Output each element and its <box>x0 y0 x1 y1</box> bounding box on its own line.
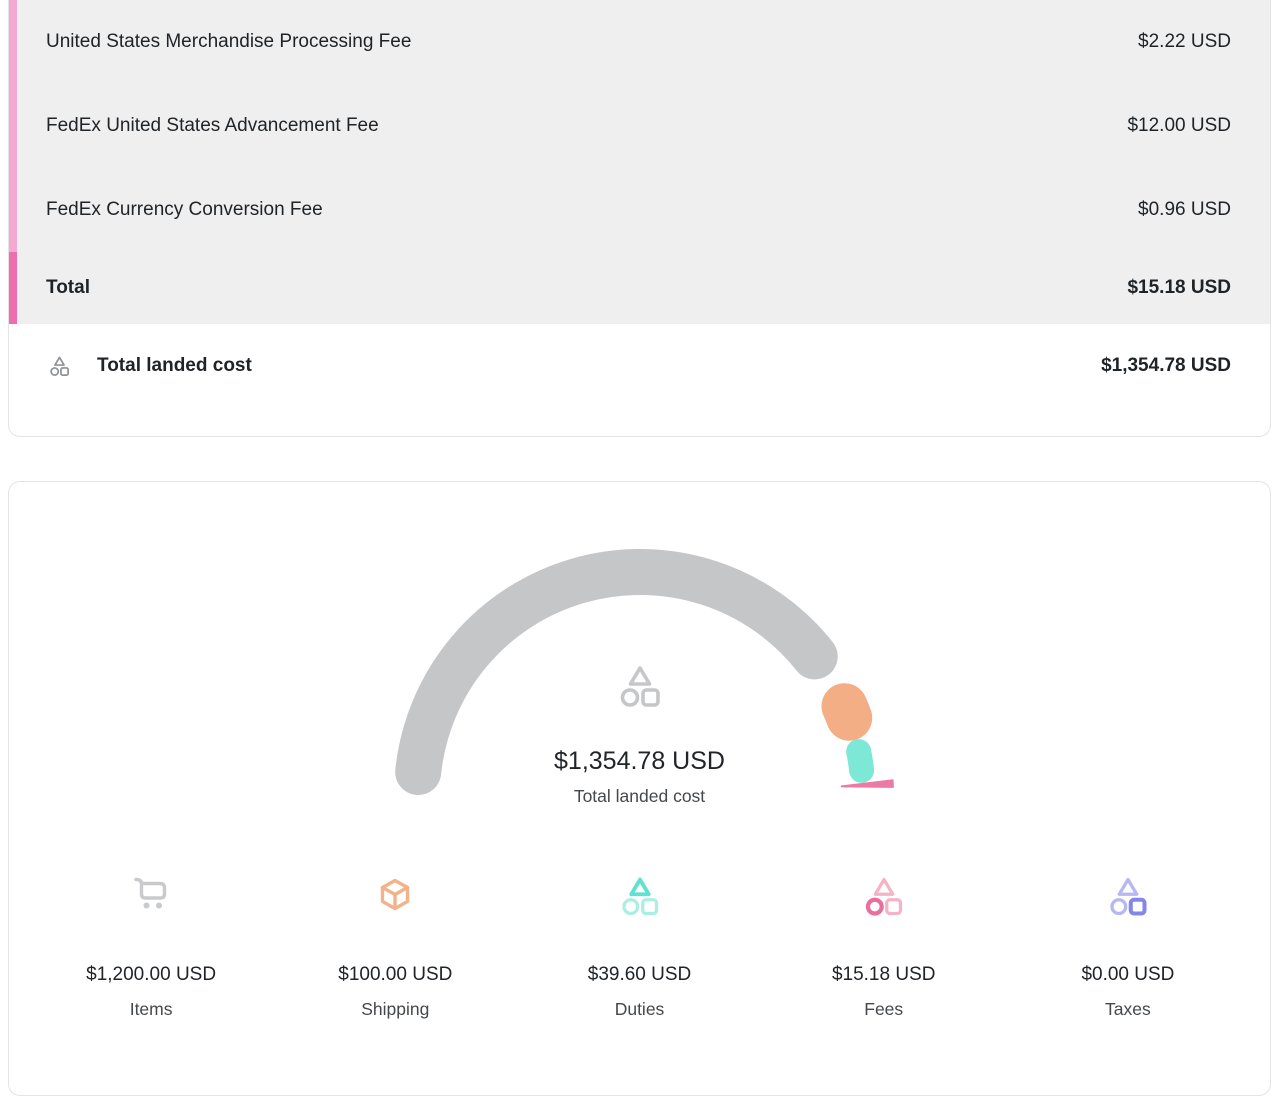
stat-label: Shipping <box>273 997 517 1021</box>
cost-breakdown-stats: $1,200.00 USD Items $100.00 USD Shipping <box>29 875 1250 1021</box>
fee-row: FedEx United States Advancement Fee $12.… <box>9 84 1270 168</box>
gauge-center-amount: $1,354.78 USD <box>9 744 1270 778</box>
stat-label: Items <box>29 997 273 1021</box>
stat-amount: $39.60 USD <box>517 961 761 989</box>
shapes-square-icon <box>1006 875 1250 919</box>
stat-shipping: $100.00 USD Shipping <box>273 875 517 1021</box>
fees-total-row: Total $15.18 USD <box>9 252 1270 324</box>
total-landed-cost-amount: $1,354.78 USD <box>1101 355 1231 377</box>
gauge-center-label: Total landed cost <box>9 783 1270 809</box>
landed-cost-shapes-icon <box>616 663 664 711</box>
cart-icon <box>29 875 273 919</box>
fee-amount: $12.00 USD <box>1127 115 1231 137</box>
shapes-circle-icon <box>762 875 1006 919</box>
fee-amount: $2.22 USD <box>1138 31 1231 53</box>
stat-amount: $15.18 USD <box>762 961 1006 989</box>
stat-amount: $0.00 USD <box>1006 961 1250 989</box>
stat-fees: $15.18 USD Fees <box>762 875 1006 1021</box>
accent-bar-light <box>9 0 17 252</box>
package-icon <box>273 875 517 919</box>
stat-label: Duties <box>517 997 761 1021</box>
total-landed-cost-row: Total landed cost $1,354.78 USD <box>9 324 1270 408</box>
shapes-triangle-icon <box>517 875 761 919</box>
fee-row: United States Merchandise Processing Fee… <box>9 0 1270 84</box>
fees-total-label: Total <box>46 277 90 299</box>
fees-total-amount: $15.18 USD <box>1127 277 1231 299</box>
fee-row: FedEx Currency Conversion Fee $0.96 USD <box>9 168 1270 252</box>
landed-cost-gauge <box>360 482 920 832</box>
accent-bar-dark <box>9 252 17 324</box>
fees-breakdown-card: United States Merchandise Processing Fee… <box>8 0 1271 437</box>
fee-label: FedEx Currency Conversion Fee <box>46 199 323 221</box>
fee-amount: $0.96 USD <box>1138 199 1231 221</box>
stat-amount: $100.00 USD <box>273 961 517 989</box>
total-landed-cost-label: Total landed cost <box>97 355 252 377</box>
landed-cost-shapes-icon <box>48 355 71 378</box>
fees-accent-bar <box>9 0 17 324</box>
landed-cost-gauge-card: $1,354.78 USD Total landed cost $1,200.0… <box>8 481 1271 1096</box>
fee-label: United States Merchandise Processing Fee <box>46 31 411 53</box>
fee-label: FedEx United States Advancement Fee <box>46 115 379 137</box>
stat-items: $1,200.00 USD Items <box>29 875 273 1021</box>
stat-label: Taxes <box>1006 997 1250 1021</box>
stat-amount: $1,200.00 USD <box>29 961 273 989</box>
stat-label: Fees <box>762 997 1006 1021</box>
stat-taxes: $0.00 USD Taxes <box>1006 875 1250 1021</box>
stat-duties: $39.60 USD Duties <box>517 875 761 1021</box>
fees-table: United States Merchandise Processing Fee… <box>9 0 1270 324</box>
